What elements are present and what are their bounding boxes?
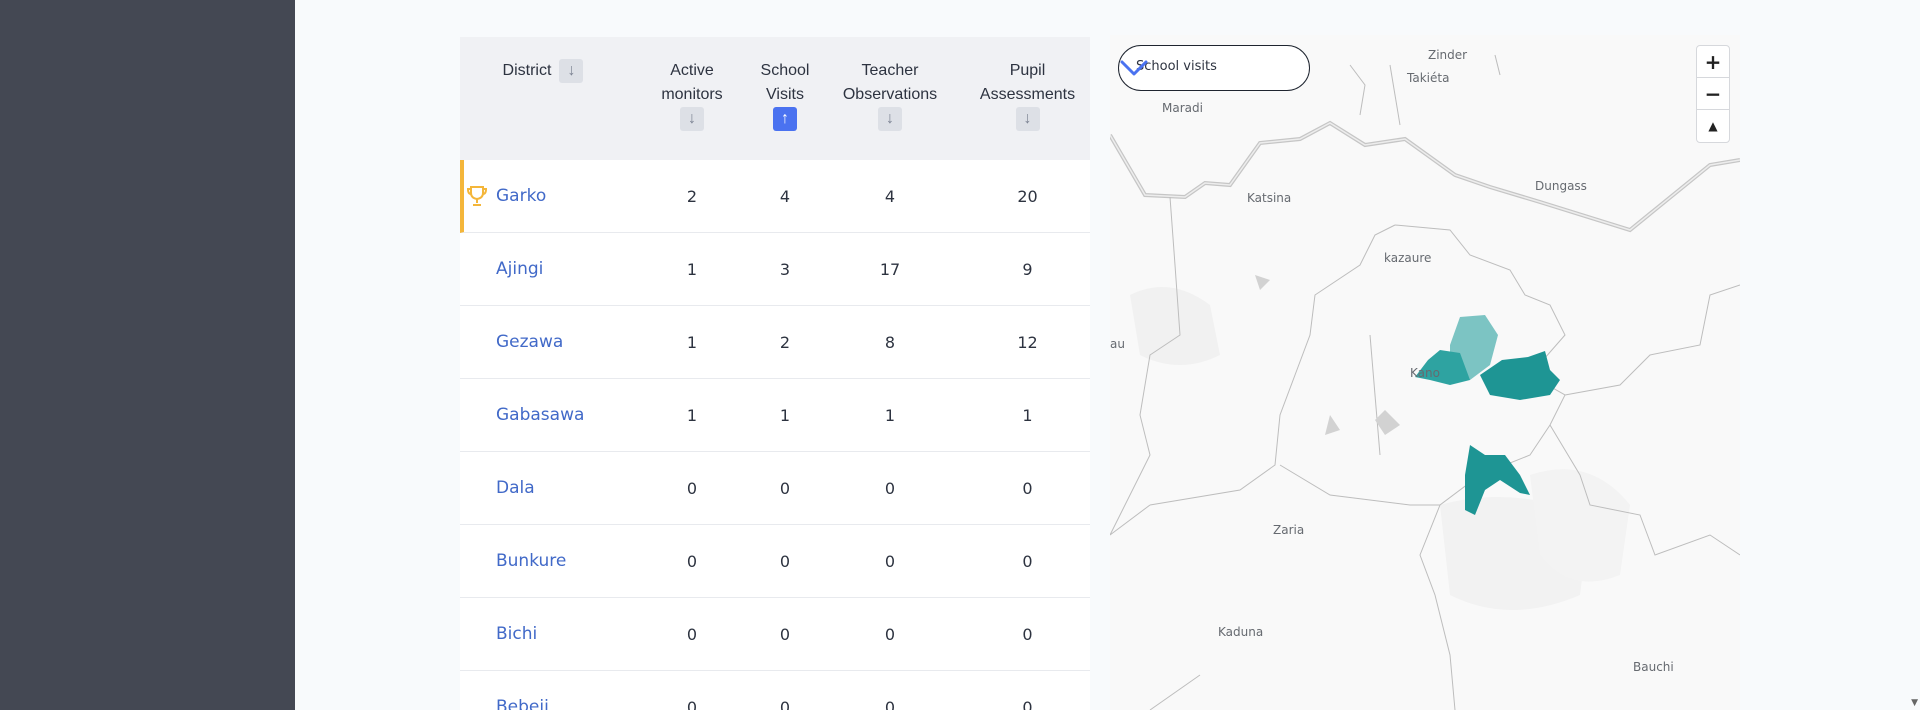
district-link[interactable]: Ajingi <box>496 233 543 306</box>
cell-monitors: 0 <box>686 479 698 498</box>
district-link[interactable]: Gabasawa <box>496 379 584 452</box>
chevron-down-icon <box>1120 60 1148 76</box>
table-header: District ↓ Active monitors ↓ School Visit… <box>460 37 1090 160</box>
table-row: Gabasawa 1 1 1 1 <box>460 379 1090 452</box>
cell-assessments: 1 <box>1022 406 1033 425</box>
sidebar <box>0 0 295 710</box>
cell-visits: 0 <box>779 698 791 710</box>
cell-observations: 17 <box>879 260 901 279</box>
metric-select[interactable]: School visits <box>1118 45 1310 91</box>
district-link[interactable]: Garko <box>496 160 546 233</box>
trophy-icon <box>466 186 488 206</box>
table-row: Dala 0 0 0 0 <box>460 452 1090 525</box>
cell-monitors: 1 <box>686 406 698 425</box>
district-map[interactable]: Zinder Takiéta Maradi Katsina Dungass ka… <box>1110 35 1740 710</box>
table-row: Garko 2 4 4 20 <box>460 160 1090 233</box>
place-label: Zaria <box>1273 523 1305 537</box>
cell-monitors: 0 <box>686 552 698 571</box>
column-label: School Visits <box>760 62 810 103</box>
cell-observations: 0 <box>884 625 896 644</box>
place-label: Takiéta <box>1407 71 1450 85</box>
cell-visits: 0 <box>779 552 791 571</box>
place-label: Dungass <box>1535 179 1587 193</box>
column-label: Teacher Observations <box>842 62 938 103</box>
district-link[interactable]: Bunkure <box>496 525 566 598</box>
cell-monitors: 1 <box>686 333 698 352</box>
cell-assessments: 0 <box>1022 552 1033 571</box>
district-table: District ↓ Active monitors ↓ School Visit… <box>460 37 1090 710</box>
column-label: Pupil Assessments <box>979 62 1076 103</box>
table-row: Ajingi 1 3 17 9 <box>460 233 1090 306</box>
district-link[interactable]: Bichi <box>496 598 537 671</box>
cell-monitors: 0 <box>686 698 698 710</box>
district-link[interactable]: Bebeji <box>496 671 549 710</box>
place-label: Maradi <box>1162 101 1203 115</box>
cell-assessments: 12 <box>1017 333 1038 352</box>
cell-monitors: 0 <box>686 625 698 644</box>
cell-observations: 0 <box>884 552 896 571</box>
cell-assessments: 20 <box>1017 187 1038 206</box>
zoom-out-button[interactable]: − <box>1697 78 1729 110</box>
place-label: Zinder <box>1428 48 1468 62</box>
column-active-monitors[interactable]: Active monitors ↓ <box>652 59 732 131</box>
scroll-down-arrow-icon[interactable]: ▼ <box>1911 698 1918 708</box>
district-link[interactable]: Dala <box>496 452 535 525</box>
place-label: au <box>1110 337 1125 351</box>
sort-assessments-button[interactable]: ↓ <box>1015 107 1040 131</box>
cell-assessments: 0 <box>1022 625 1033 644</box>
cell-observations: 0 <box>884 698 896 710</box>
place-label: Kaduna <box>1218 625 1264 639</box>
column-label: Active monitors <box>661 62 723 103</box>
column-pupil-assessments[interactable]: Pupil Assessments ↓ <box>970 59 1085 131</box>
cell-observations: 4 <box>884 187 896 206</box>
zoom-controls: + − ▲ <box>1696 45 1730 143</box>
sort-district-button[interactable]: ↓ <box>559 59 584 83</box>
cell-visits: 2 <box>779 333 791 352</box>
column-district[interactable]: District ↓ <box>488 59 598 83</box>
cell-visits: 1 <box>779 406 791 425</box>
cell-visits: 0 <box>779 479 791 498</box>
table-row: Bebeji 0 0 0 0 <box>460 671 1090 710</box>
cell-visits: 0 <box>779 625 791 644</box>
cell-observations: 1 <box>884 406 896 425</box>
place-label: kazaure <box>1384 251 1432 265</box>
district-link[interactable]: Gezawa <box>496 306 563 379</box>
cell-assessments: 0 <box>1022 698 1033 710</box>
cell-monitors: 1 <box>686 260 698 279</box>
cell-observations: 0 <box>884 479 896 498</box>
reset-north-button[interactable]: ▲ <box>1697 110 1729 142</box>
cell-assessments: 0 <box>1022 479 1033 498</box>
column-teacher-observations[interactable]: Teacher Observations ↓ <box>830 59 950 131</box>
table-row: Bunkure 0 0 0 0 <box>460 525 1090 598</box>
zoom-in-button[interactable]: + <box>1697 46 1729 78</box>
cell-observations: 8 <box>884 333 896 352</box>
place-label: Bauchi <box>1633 660 1674 674</box>
place-label: Katsina <box>1247 191 1292 205</box>
place-label: Kano <box>1410 366 1440 380</box>
cell-visits: 3 <box>779 260 791 279</box>
cell-assessments: 9 <box>1022 260 1033 279</box>
sort-observations-button[interactable]: ↓ <box>878 107 902 131</box>
sort-monitors-button[interactable]: ↓ <box>680 107 704 131</box>
column-school-visits[interactable]: School Visits ↑ <box>750 59 820 131</box>
table-row: Gezawa 1 2 8 12 <box>460 306 1090 379</box>
cell-visits: 4 <box>779 187 791 206</box>
cell-monitors: 2 <box>686 187 698 206</box>
table-row: Bichi 0 0 0 0 <box>460 598 1090 671</box>
sort-visits-button[interactable]: ↑ <box>773 107 797 131</box>
